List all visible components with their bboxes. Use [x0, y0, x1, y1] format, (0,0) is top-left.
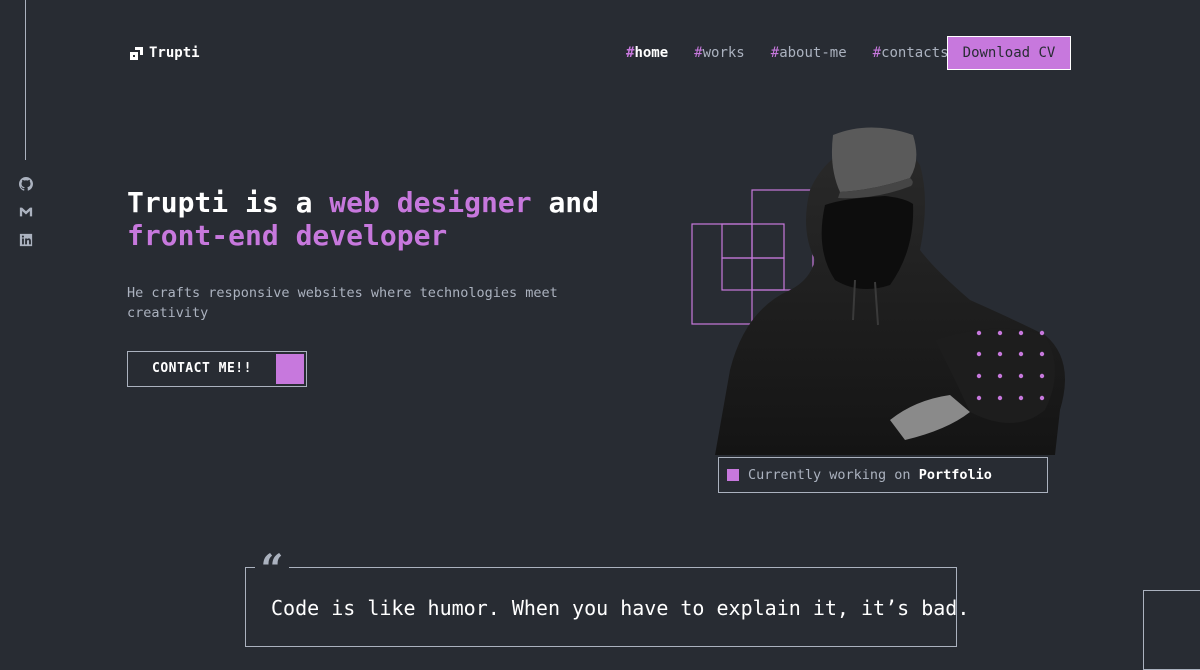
- decorative-dot-grid: [976, 330, 1045, 401]
- decorative-corner-box: [1143, 590, 1200, 670]
- main-nav: #home #works #about-me #contacts: [626, 45, 949, 61]
- status-prefix: Currently working on: [748, 467, 911, 483]
- brand-logo[interactable]: Trupti: [130, 45, 200, 61]
- hero-subtitle: He crafts responsive websites where tech…: [127, 285, 558, 321]
- nav-item-about-me[interactable]: #about-me: [771, 45, 847, 61]
- linkedin-icon[interactable]: [19, 233, 33, 247]
- social-rail-line: [25, 0, 26, 160]
- gmail-icon[interactable]: [19, 205, 33, 219]
- person-photo: [715, 127, 1065, 456]
- nav-item-home[interactable]: #home: [626, 45, 668, 61]
- logo-icon: [130, 46, 143, 60]
- github-icon[interactable]: [19, 177, 33, 191]
- hero-headline: Trupti is a web designer and front-end d…: [127, 186, 600, 252]
- contact-me-label: CONTACT ME!!: [152, 361, 252, 376]
- status-project: Portfolio: [918, 467, 992, 483]
- contact-accent-square: [276, 354, 304, 384]
- quote-text: Code is like humor. When you have to exp…: [271, 596, 970, 620]
- status-accent-square: [727, 469, 739, 481]
- nav-item-contacts[interactable]: #contacts: [873, 45, 949, 61]
- quote-mark-icon: “: [255, 550, 289, 590]
- brand-name: Trupti: [149, 45, 200, 61]
- download-cv-button[interactable]: Download CV: [947, 36, 1071, 70]
- current-work-status: Currently working on Portfolio: [718, 457, 1048, 493]
- contact-me-button[interactable]: CONTACT ME!!: [127, 351, 307, 387]
- nav-item-works[interactable]: #works: [694, 45, 745, 61]
